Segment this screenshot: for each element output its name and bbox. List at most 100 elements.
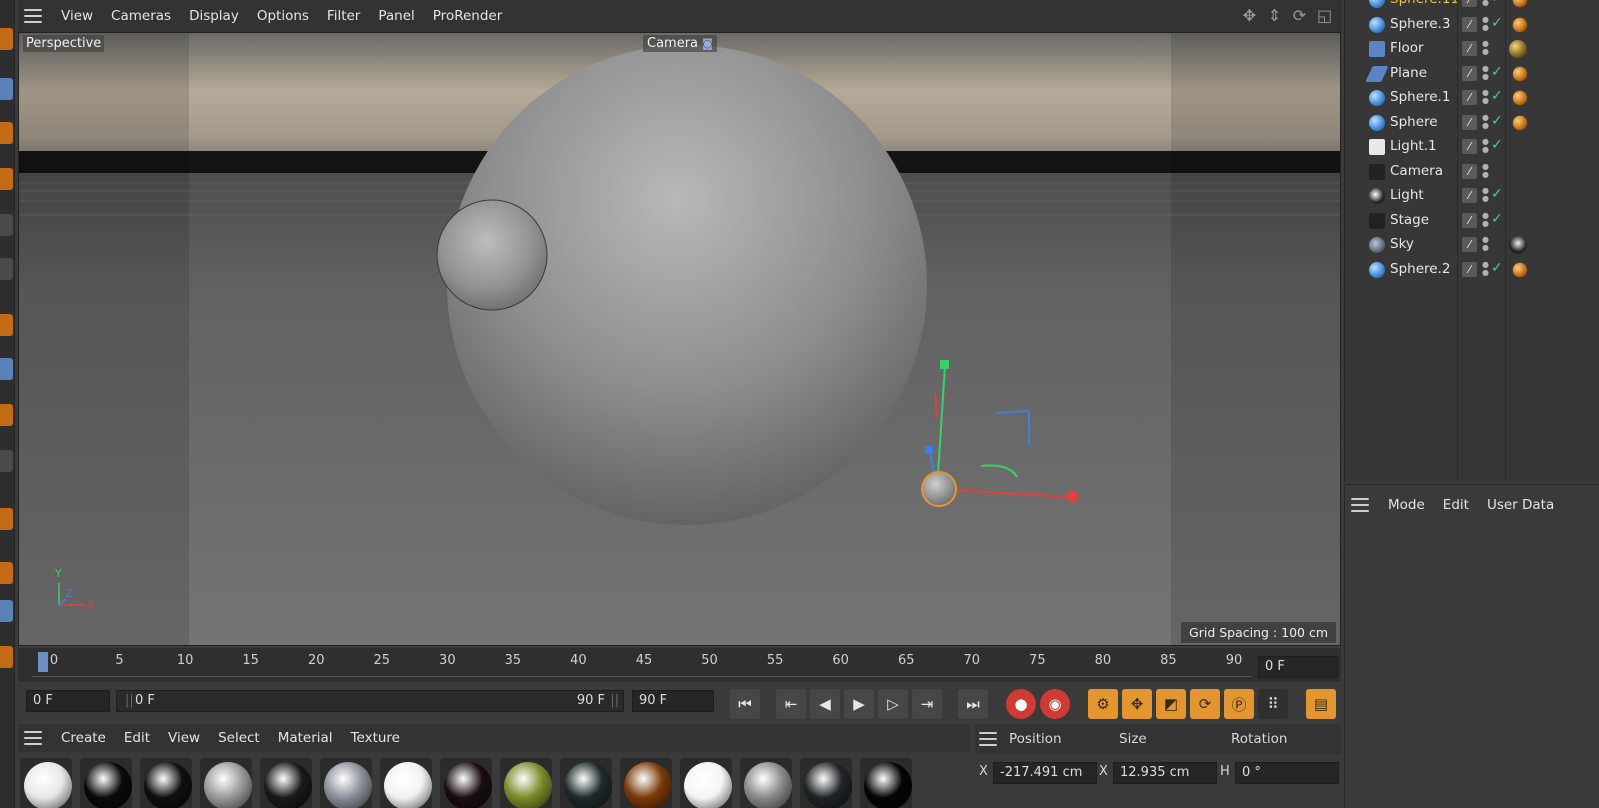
material-thumbnail[interactable] <box>800 758 852 808</box>
layer-edit-icon[interactable]: ⁄ <box>1462 212 1477 228</box>
menu-view[interactable]: View <box>52 8 102 24</box>
visibility-dots-icon[interactable]: ●● <box>1482 138 1489 154</box>
layer-edit-icon[interactable]: ⁄ <box>1462 237 1477 252</box>
material-menu-select[interactable]: Select <box>209 730 269 746</box>
next-frame-button[interactable]: ▷ <box>878 689 908 719</box>
layer-edit-icon[interactable]: ⁄ <box>1462 261 1477 277</box>
enabled-check-icon[interactable]: ✓ <box>1491 186 1503 202</box>
layer-edit-icon[interactable]: ⁄ <box>1462 114 1477 130</box>
layer-edit-icon[interactable]: ⁄ <box>1462 139 1477 154</box>
material-menu-create[interactable]: Create <box>52 730 115 746</box>
material-thumbnail[interactable] <box>560 758 612 808</box>
tool-button-1[interactable] <box>0 28 13 50</box>
layer-edit-icon[interactable]: ⁄ <box>1462 0 1477 7</box>
start-frame-field[interactable]: 0 F <box>26 690 110 712</box>
autokey-button[interactable]: ◉ <box>1040 689 1070 719</box>
object-row-plane[interactable]: Plane ⁄ ● ● ✓ <box>1345 62 1599 86</box>
timeline-window-icon[interactable]: ▤ <box>1306 689 1336 719</box>
material-thumbnail[interactable] <box>320 758 372 808</box>
3d-viewport[interactable]: Y Z X Perspective Camera ◙ Grid Spacing … <box>18 32 1341 646</box>
material-tag-icon[interactable] <box>1509 40 1527 58</box>
menu-display[interactable]: Display <box>180 8 248 24</box>
frame-range-slider[interactable]: || 0 F 90 F || <box>116 690 624 712</box>
material-menu-texture[interactable]: Texture <box>342 730 409 746</box>
play-button[interactable]: ▶ <box>844 689 874 719</box>
menu-prorender[interactable]: ProRender <box>424 8 511 24</box>
end-frame-field[interactable]: 90 F <box>632 690 714 712</box>
material-thumbnail[interactable] <box>620 758 672 808</box>
visibility-dots-icon[interactable]: ●● <box>1482 64 1489 81</box>
object-row-sphere-11[interactable]: Sphere.11⁄ ●●✓ <box>1345 0 1599 12</box>
tool-button-5[interactable] <box>0 214 13 236</box>
material-tag-icon[interactable] <box>1512 0 1528 8</box>
record-key-button[interactable]: ● <box>1006 689 1036 719</box>
tool-button-14[interactable] <box>0 646 13 668</box>
tool-button-4[interactable] <box>0 168 13 190</box>
layer-edit-icon[interactable]: ⁄ <box>1462 41 1477 56</box>
material-tag-icon[interactable] <box>1512 17 1528 32</box>
material-hamburger-icon[interactable] <box>24 731 42 745</box>
next-key-button[interactable]: ⇥ <box>912 689 942 719</box>
material-menu-view[interactable]: View <box>159 730 209 746</box>
visibility-dots-icon[interactable]: ●● <box>1482 236 1489 252</box>
object-row-sphere[interactable]: Sphere ⁄ ● ● ✓ <box>1345 111 1599 135</box>
material-thumbnail[interactable] <box>440 758 492 808</box>
previous-frame-button[interactable]: ◀ <box>810 689 840 719</box>
enabled-check-icon[interactable]: ✓ <box>1491 260 1503 276</box>
material-tag-icon[interactable] <box>1512 262 1528 277</box>
material-thumbnail[interactable] <box>500 758 552 808</box>
material-tag-icon[interactable] <box>1509 236 1527 254</box>
material-tag-icon[interactable] <box>1512 90 1528 106</box>
tool-button-13[interactable] <box>0 600 13 622</box>
object-row-floor[interactable]: Floor ⁄ ● ● <box>1345 37 1599 61</box>
material-thumbnail[interactable] <box>20 758 72 808</box>
parameter-key-icon[interactable]: Ⓟ <box>1224 689 1254 719</box>
size-x-field[interactable]: 12.935 cm <box>1113 762 1217 784</box>
object-row-stage[interactable]: Stage ⁄ ● ● ✓ <box>1345 209 1599 233</box>
tool-button-12[interactable] <box>0 562 13 584</box>
visibility-dots-icon[interactable]: ●● <box>1482 113 1489 130</box>
object-row-sky[interactable]: Sky ⁄ ● ● <box>1345 233 1599 257</box>
layer-edit-icon[interactable]: ⁄ <box>1462 90 1477 105</box>
enabled-check-icon[interactable]: ✓ <box>1491 15 1503 31</box>
attributes-menu-user-data[interactable]: User Data <box>1478 497 1563 513</box>
material-thumbnail[interactable] <box>80 758 132 808</box>
material-thumbnail[interactable] <box>860 758 912 808</box>
enabled-check-icon[interactable]: ✓ <box>1491 88 1503 104</box>
material-tag-icon[interactable] <box>1512 115 1528 130</box>
menu-cameras[interactable]: Cameras <box>102 8 180 24</box>
go-to-start-button[interactable]: ⏮ <box>730 689 760 719</box>
menu-panel[interactable]: Panel <box>369 8 423 24</box>
material-menu-material[interactable]: Material <box>269 730 342 746</box>
attributes-menu-edit[interactable]: Edit <box>1434 497 1478 513</box>
tool-button-6[interactable] <box>0 258 13 280</box>
tool-button-11[interactable] <box>0 508 13 530</box>
rotate-view-icon[interactable]: ⟳ <box>1290 6 1309 25</box>
enabled-check-icon[interactable]: ✓ <box>1491 113 1503 129</box>
visibility-dots-icon[interactable]: ●● <box>1482 40 1489 56</box>
current-frame-field[interactable]: 0 F <box>1258 656 1338 678</box>
hamburger-icon[interactable] <box>24 9 42 23</box>
object-row-camera[interactable]: Camera ⁄ ● ● <box>1345 160 1599 184</box>
enabled-check-icon[interactable]: ✓ <box>1491 211 1503 227</box>
material-thumbnail[interactable] <box>140 758 192 808</box>
visibility-dots-icon[interactable]: ●● <box>1482 187 1489 203</box>
object-row-light-1[interactable]: Light.1 ⁄ ● ● ✓ <box>1345 135 1599 159</box>
object-row-light[interactable]: Light ⁄ ● ● ✓ <box>1345 184 1599 208</box>
menu-options[interactable]: Options <box>248 8 318 24</box>
tool-button-7[interactable] <box>0 314 13 336</box>
material-thumbnail[interactable] <box>200 758 252 808</box>
visibility-dots-icon[interactable]: ●● <box>1482 0 1489 7</box>
object-row-sphere-1[interactable]: Sphere.1 ⁄ ● ● ✓ <box>1345 86 1599 110</box>
layer-edit-icon[interactable]: ⁄ <box>1462 163 1477 179</box>
tool-button-3[interactable] <box>0 122 13 144</box>
coordinates-hamburger-icon[interactable] <box>979 732 997 746</box>
position-key-icon[interactable]: ✥ <box>1122 689 1152 719</box>
tool-button-9[interactable] <box>0 404 13 426</box>
tool-button-10[interactable] <box>0 450 13 472</box>
enabled-check-icon[interactable]: ✓ <box>1491 64 1503 80</box>
object-row-sphere-3[interactable]: Sphere.3 ⁄ ● ● ✓ <box>1345 13 1599 37</box>
visibility-dots-icon[interactable]: ●● <box>1482 15 1489 32</box>
timeline-playhead[interactable] <box>38 652 48 672</box>
attributes-menu-mode[interactable]: Mode <box>1379 497 1434 513</box>
